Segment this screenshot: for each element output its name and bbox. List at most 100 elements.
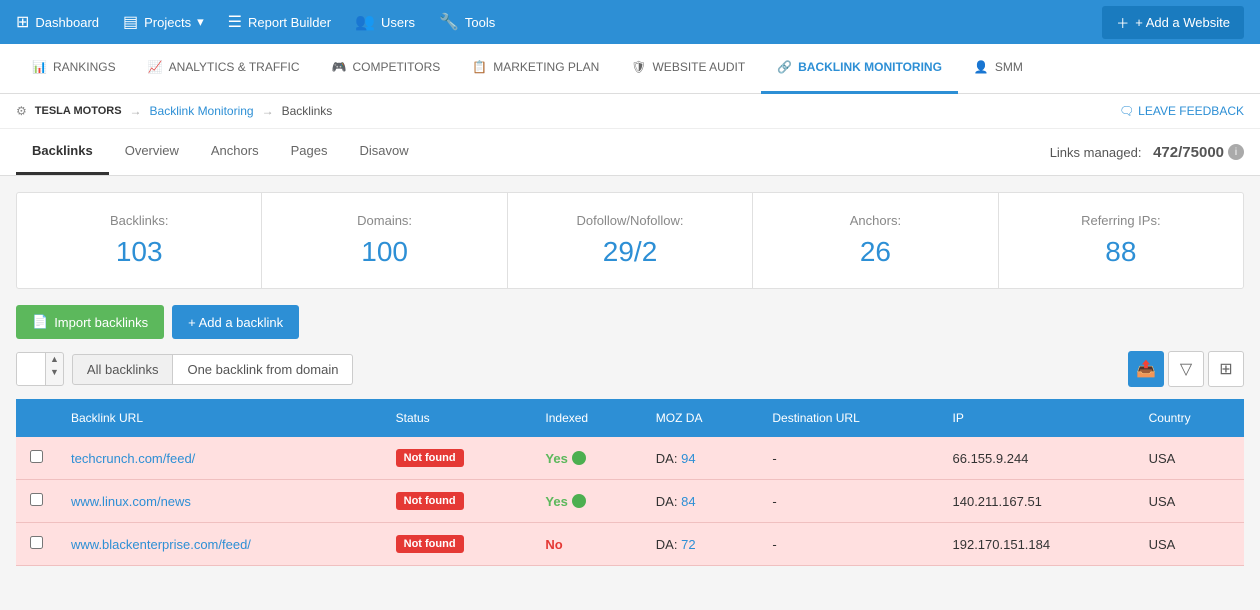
backlink-url-cell: www.linux.com/news	[57, 480, 382, 523]
filter-button[interactable]: ▽	[1168, 351, 1204, 387]
row-checkbox-cell[interactable]	[16, 437, 57, 480]
nav-marketing-plan[interactable]: 📋 Marketing Plan	[456, 44, 615, 94]
nav-competitors[interactable]: 🎮 Competitors	[316, 44, 457, 94]
nav-analytics-traffic[interactable]: 📈 Analytics & Traffic	[132, 44, 316, 94]
tab-overview[interactable]: Overview	[109, 129, 195, 175]
header-backlink-url[interactable]: Backlink URL	[57, 399, 382, 437]
backlinks-table: Backlink URL Status Indexed MOZ DA Desti…	[16, 399, 1244, 566]
backlink-url-link[interactable]: www.linux.com/news	[71, 494, 191, 509]
backlink-url-link[interactable]: www.blackenterprise.com/feed/	[71, 537, 251, 552]
ip-cell: 140.211.167.51	[939, 480, 1135, 523]
backlink-url-cell: techcrunch.com/feed/	[57, 437, 382, 480]
indexed-cell: Yes	[531, 480, 641, 523]
row-checkbox-cell[interactable]	[16, 480, 57, 523]
nav-tools[interactable]: 🔧 Tools	[439, 12, 495, 32]
moz-da-value: 84	[681, 494, 695, 509]
stats-bar: Backlinks: 103 Domains: 100 Dofollow/Nof…	[16, 192, 1244, 289]
plus-icon: ＋	[1116, 13, 1129, 32]
table-row: www.blackenterprise.com/feed/ Not found …	[16, 523, 1244, 566]
audit-icon: 🛡	[631, 60, 646, 74]
stepper-up-icon[interactable]: ▲	[46, 353, 63, 366]
export-button[interactable]: 📤	[1128, 351, 1164, 387]
nav-smm[interactable]: 👤 SMM	[958, 44, 1039, 94]
analytics-icon: 📈	[148, 60, 163, 74]
nav-projects[interactable]: ▤ Projects ▾	[123, 12, 204, 32]
stepper-down-icon[interactable]: ▼	[46, 366, 63, 379]
header-moz-da[interactable]: MOZ DA	[642, 399, 759, 437]
nav-dashboard[interactable]: ⊞ Dashboard	[16, 12, 99, 32]
add-backlink-button[interactable]: + Add a backlink	[172, 305, 299, 339]
tab-disavow[interactable]: Disavow	[343, 129, 424, 175]
moz-da-value: 72	[681, 537, 695, 552]
stepper-display	[17, 353, 45, 385]
breadcrumb-section[interactable]: Backlink Monitoring	[150, 104, 254, 118]
secondary-navigation: 📊 Rankings 📈 Analytics & Traffic 🎮 Compe…	[0, 44, 1260, 94]
row-checkbox-cell[interactable]	[16, 523, 57, 566]
header-indexed[interactable]: Indexed	[531, 399, 641, 437]
nav-users[interactable]: 👥 Users	[355, 12, 415, 32]
row-stepper[interactable]: ▲ ▼	[16, 352, 64, 386]
tab-backlinks[interactable]: Backlinks	[16, 129, 109, 175]
nav-report-builder[interactable]: ☰ Report Builder	[228, 12, 331, 32]
backlink-icon: 🔗	[777, 60, 792, 74]
indexed-cell: No	[531, 523, 641, 566]
header-checkbox	[16, 399, 57, 437]
backlink-url-cell: www.blackenterprise.com/feed/	[57, 523, 382, 566]
breadcrumb-page: Backlinks	[282, 104, 333, 118]
table-header-row: Backlink URL Status Indexed MOZ DA Desti…	[16, 399, 1244, 437]
add-website-button[interactable]: ＋ + Add a Website	[1102, 6, 1244, 39]
dashboard-icon: ⊞	[16, 12, 29, 32]
stepper-arrows[interactable]: ▲ ▼	[45, 353, 63, 385]
import-icon: 📄	[32, 314, 48, 330]
tab-bar: Backlinks Overview Anchors Pages Disavow…	[0, 129, 1260, 176]
main-content: Backlinks Overview Anchors Pages Disavow…	[0, 129, 1260, 566]
export-icon: 📤	[1136, 359, 1156, 379]
nav-website-audit[interactable]: 🛡 Website Audit	[615, 44, 761, 94]
status-badge: Not found	[396, 492, 464, 510]
row-checkbox[interactable]	[30, 536, 43, 549]
ip-cell: 192.170.151.184	[939, 523, 1135, 566]
backlink-url-link[interactable]: techcrunch.com/feed/	[71, 451, 195, 466]
one-backlink-filter[interactable]: One backlink from domain	[173, 354, 353, 385]
competitors-icon: 🎮	[332, 60, 347, 74]
tab-anchors[interactable]: Anchors	[195, 129, 275, 175]
country-cell: USA	[1135, 480, 1244, 523]
indexed-value: Yes	[545, 494, 567, 509]
destination-url-cell: -	[758, 480, 938, 523]
stat-domains: Domains: 100	[262, 193, 507, 288]
table-row: www.linux.com/news Not found Yes DA: 84 …	[16, 480, 1244, 523]
nav-backlink-monitoring[interactable]: 🔗 Backlink Monitoring	[761, 44, 958, 94]
import-backlinks-button[interactable]: 📄 Import backlinks	[16, 305, 164, 339]
header-ip[interactable]: IP	[939, 399, 1135, 437]
indexed-value: No	[545, 537, 562, 552]
dropdown-arrow-icon: ▾	[197, 14, 204, 30]
breadcrumb-company[interactable]: Tesla Motors	[35, 105, 122, 117]
row-checkbox[interactable]	[30, 493, 43, 506]
backlink-filter-group: All backlinks One backlink from domain	[72, 354, 354, 385]
moz-da-value: 94	[681, 451, 695, 466]
stat-backlinks: Backlinks: 103	[17, 193, 262, 288]
stat-dofollow-nofollow: Dofollow/Nofollow: 29/2	[508, 193, 753, 288]
header-status[interactable]: Status	[382, 399, 532, 437]
status-badge: Not found	[396, 535, 464, 553]
status-cell: Not found	[382, 480, 532, 523]
indexed-cell: Yes	[531, 437, 641, 480]
users-icon: 👥	[355, 12, 375, 32]
indexed-check-icon	[572, 494, 586, 508]
info-icon[interactable]: i	[1228, 144, 1244, 160]
nav-rankings[interactable]: 📊 Rankings	[16, 44, 132, 94]
all-backlinks-filter[interactable]: All backlinks	[72, 354, 174, 385]
gear-icon: ⚙	[16, 104, 27, 118]
status-cell: Not found	[382, 437, 532, 480]
stat-referring-ips: Referring IPs: 88	[999, 193, 1243, 288]
header-destination-url[interactable]: Destination URL	[758, 399, 938, 437]
destination-url-cell: -	[758, 437, 938, 480]
row-checkbox[interactable]	[30, 450, 43, 463]
columns-button[interactable]: ⊞	[1208, 351, 1244, 387]
header-country[interactable]: Country	[1135, 399, 1244, 437]
tools-icon: 🔧	[439, 12, 459, 32]
moz-da-cell: DA: 84	[642, 480, 759, 523]
tab-pages[interactable]: Pages	[275, 129, 344, 175]
leave-feedback-link[interactable]: 🗨 Leave Feedback	[1119, 104, 1244, 118]
status-cell: Not found	[382, 523, 532, 566]
